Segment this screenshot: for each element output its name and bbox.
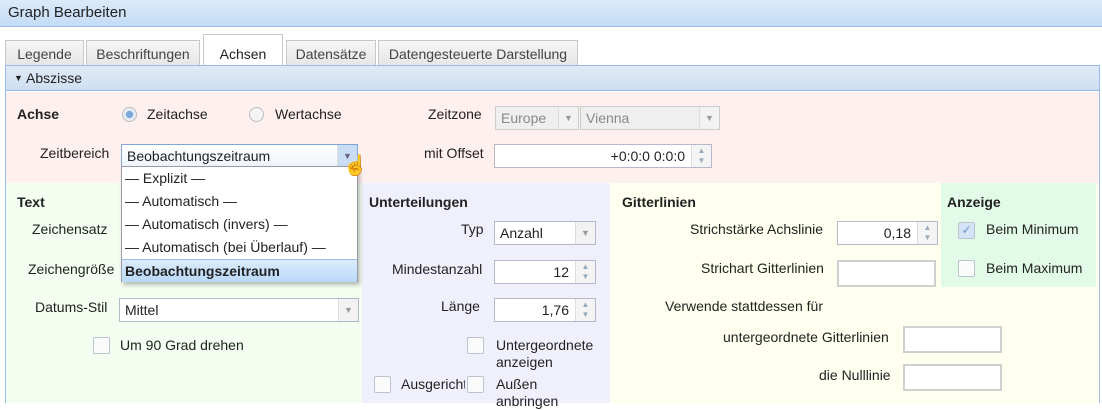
mindestanzahl-spinner[interactable]: 12 ▲ ▼ xyxy=(494,260,596,284)
typ-label: Typ xyxy=(461,221,484,237)
mindestanzahl-label: Mindestanzahl xyxy=(392,261,483,277)
datumsstil-label: Datums-Stil xyxy=(35,299,108,315)
strichstaerke-value: 0,18 xyxy=(883,225,911,241)
zeitbereich-select[interactable]: Beobachtungszeitraum ▼ xyxy=(121,144,358,168)
option-automatisch-invers[interactable]: — Automatisch (invers) — xyxy=(122,213,357,236)
chevron-down-icon: ▼ xyxy=(699,107,719,129)
datumsstil-select[interactable]: Mittel ▼ xyxy=(119,298,359,322)
tab-datensaetze[interactable]: Datensätze xyxy=(286,40,376,65)
gitterlinien-title: Gitterlinien xyxy=(622,194,696,210)
tab-beschriftungen[interactable]: Beschriftungen xyxy=(86,40,200,65)
radio-zeitachse[interactable] xyxy=(122,107,137,122)
tab-datengesteuerte-darstellung[interactable]: Datengesteuerte Darstellung xyxy=(378,40,578,65)
window-title: Graph Bearbeiten xyxy=(8,4,127,21)
typ-select[interactable]: Anzahl ▼ xyxy=(494,221,596,245)
section-header-abszisse[interactable]: ▼ Abszisse xyxy=(6,66,1099,91)
rotate-label: Um 90 Grad drehen xyxy=(120,337,244,353)
beim-minimum-checkbox[interactable]: ✓ xyxy=(958,222,975,239)
checkmark-icon: ✓ xyxy=(961,223,972,237)
untergeordnete-checkbox[interactable] xyxy=(467,337,484,354)
laenge-label: Länge xyxy=(441,298,480,314)
radio-wertachse[interactable] xyxy=(249,107,264,122)
offset-label: mit Offset xyxy=(424,145,484,161)
option-automatisch-ueberlauf[interactable]: — Automatisch (bei Überlauf) — xyxy=(122,236,357,259)
spinner-arrows-icon[interactable]: ▲ ▼ xyxy=(575,299,595,321)
zeitzone-label: Zeitzone xyxy=(428,106,482,122)
zeitbereich-value: Beobachtungszeitraum xyxy=(127,148,271,164)
hand-cursor-icon: ☝ xyxy=(343,155,368,177)
option-automatisch[interactable]: — Automatisch — xyxy=(122,190,357,213)
strichstaerke-label: Strichstärke Achslinie xyxy=(690,221,824,237)
text-title: Text xyxy=(17,194,45,210)
tab-legende[interactable]: Legende xyxy=(5,40,84,65)
strichart-label: Strichart Gitterlinien xyxy=(701,260,824,276)
beim-maximum-checkbox[interactable] xyxy=(958,260,975,277)
rotate-checkbox[interactable] xyxy=(93,337,110,354)
ausgerichtet-checkbox[interactable] xyxy=(374,376,391,393)
strichstaerke-spinner[interactable]: 0,18 ▲ ▼ xyxy=(837,221,938,245)
zeitzone-region-value: Europe xyxy=(501,110,547,126)
unterteilungen-title: Unterteilungen xyxy=(369,194,468,210)
verwende-label: Verwende stattdessen für xyxy=(665,298,823,314)
zeitbereich-dropdown-list: — Explizit — — Automatisch — — Automatis… xyxy=(121,166,358,282)
window-title-bar: Graph Bearbeiten xyxy=(0,0,1102,27)
spinner-arrows-icon[interactable]: ▲ ▼ xyxy=(917,222,937,244)
zeichensatz-label: Zeichensatz xyxy=(32,221,108,237)
spinner-arrows-icon[interactable]: ▲ ▼ xyxy=(691,145,711,167)
zeitzone-city-select[interactable]: Vienna ▼ xyxy=(580,106,720,130)
tab-achsen[interactable]: Achsen xyxy=(203,34,283,66)
option-beobachtungszeitraum[interactable]: Beobachtungszeitraum xyxy=(122,259,357,282)
anzeige-title: Anzeige xyxy=(947,194,1001,210)
untergeordnete-label: Untergeordnete anzeigen xyxy=(496,337,594,370)
offset-spinner[interactable]: +0:0:0 0:0:0 ▲ ▼ xyxy=(494,144,712,168)
wertachse-label: Wertachse xyxy=(275,106,342,122)
aussen-checkbox[interactable] xyxy=(467,376,484,393)
aussen-label: Außen anbringen xyxy=(496,376,559,409)
section-title: Abszisse xyxy=(26,70,83,86)
laenge-spinner[interactable]: 1,76 ▲ ▼ xyxy=(494,298,596,322)
untergeordnete-gitterlinien-label: untergeordnete Gitterlinien xyxy=(723,329,889,345)
chevron-down-icon: ▼ xyxy=(338,299,358,321)
triangle-down-icon: ▼ xyxy=(14,73,23,83)
zeitachse-label: Zeitachse xyxy=(147,106,208,122)
zeichengroesse-label: Zeichengröße xyxy=(28,261,115,277)
typ-value: Anzahl xyxy=(500,225,543,241)
mindestanzahl-value: 12 xyxy=(553,264,569,280)
zeitbereich-label: Zeitbereich xyxy=(40,145,110,161)
nulllinie-label: die Nulllinie xyxy=(819,367,891,383)
nulllinie-picker[interactable] xyxy=(903,364,1002,391)
laenge-value: 1,76 xyxy=(541,302,569,318)
option-explizit[interactable]: — Explizit — xyxy=(122,167,357,190)
spinner-arrows-icon[interactable]: ▲ ▼ xyxy=(575,261,595,283)
zeitzone-city-value: Vienna xyxy=(586,110,630,126)
chevron-down-icon: ▼ xyxy=(575,222,595,244)
beim-maximum-label: Beim Maximum xyxy=(986,260,1083,276)
chevron-down-icon: ▼ xyxy=(558,107,578,129)
ausgerichtet-label: Ausgericht xyxy=(401,376,465,392)
strichart-picker[interactable] xyxy=(837,260,936,287)
offset-value: +0:0:0 0:0:0 xyxy=(610,148,685,164)
zeitzone-region-select[interactable]: Europe ▼ xyxy=(495,106,579,130)
untergeordnete-gitterlinien-picker[interactable] xyxy=(903,326,1002,353)
beim-minimum-label: Beim Minimum xyxy=(986,221,1079,237)
datumsstil-value: Mittel xyxy=(125,302,159,318)
achse-label: Achse xyxy=(17,106,60,122)
